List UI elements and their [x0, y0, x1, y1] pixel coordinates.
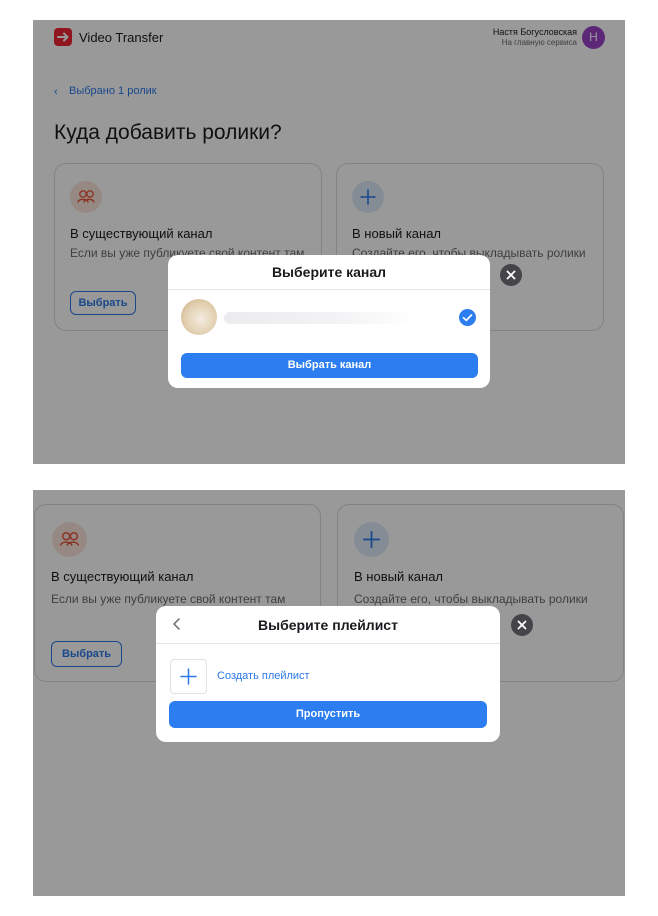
skip-button[interactable]: Пропустить [169, 701, 487, 728]
channel-modal: Выберите канал Выбрать канал [168, 255, 490, 388]
modal-overlay[interactable] [33, 20, 625, 464]
channel-modal-title: Выберите канал [271, 264, 387, 280]
close-icon[interactable] [500, 264, 522, 286]
screen-select-playlist: В существующий канал Если вы уже публику… [33, 490, 625, 896]
channel-avatar[interactable] [181, 299, 217, 335]
create-playlist-link[interactable]: Создать плейлист [217, 670, 310, 682]
screen-select-channel: Video Transfer Настя Богусловская На гла… [33, 20, 625, 464]
divider [168, 289, 490, 290]
playlist-modal: Выберите плейлист Создать плейлист Пропу… [156, 606, 500, 742]
check-icon[interactable] [459, 309, 476, 326]
channel-name-redacted[interactable] [224, 312, 414, 324]
divider [156, 643, 500, 644]
close-icon[interactable] [511, 614, 533, 636]
select-channel-button[interactable]: Выбрать канал [181, 353, 478, 378]
playlist-modal-title: Выберите плейлист [258, 617, 398, 633]
add-playlist-icon[interactable] [170, 659, 207, 694]
